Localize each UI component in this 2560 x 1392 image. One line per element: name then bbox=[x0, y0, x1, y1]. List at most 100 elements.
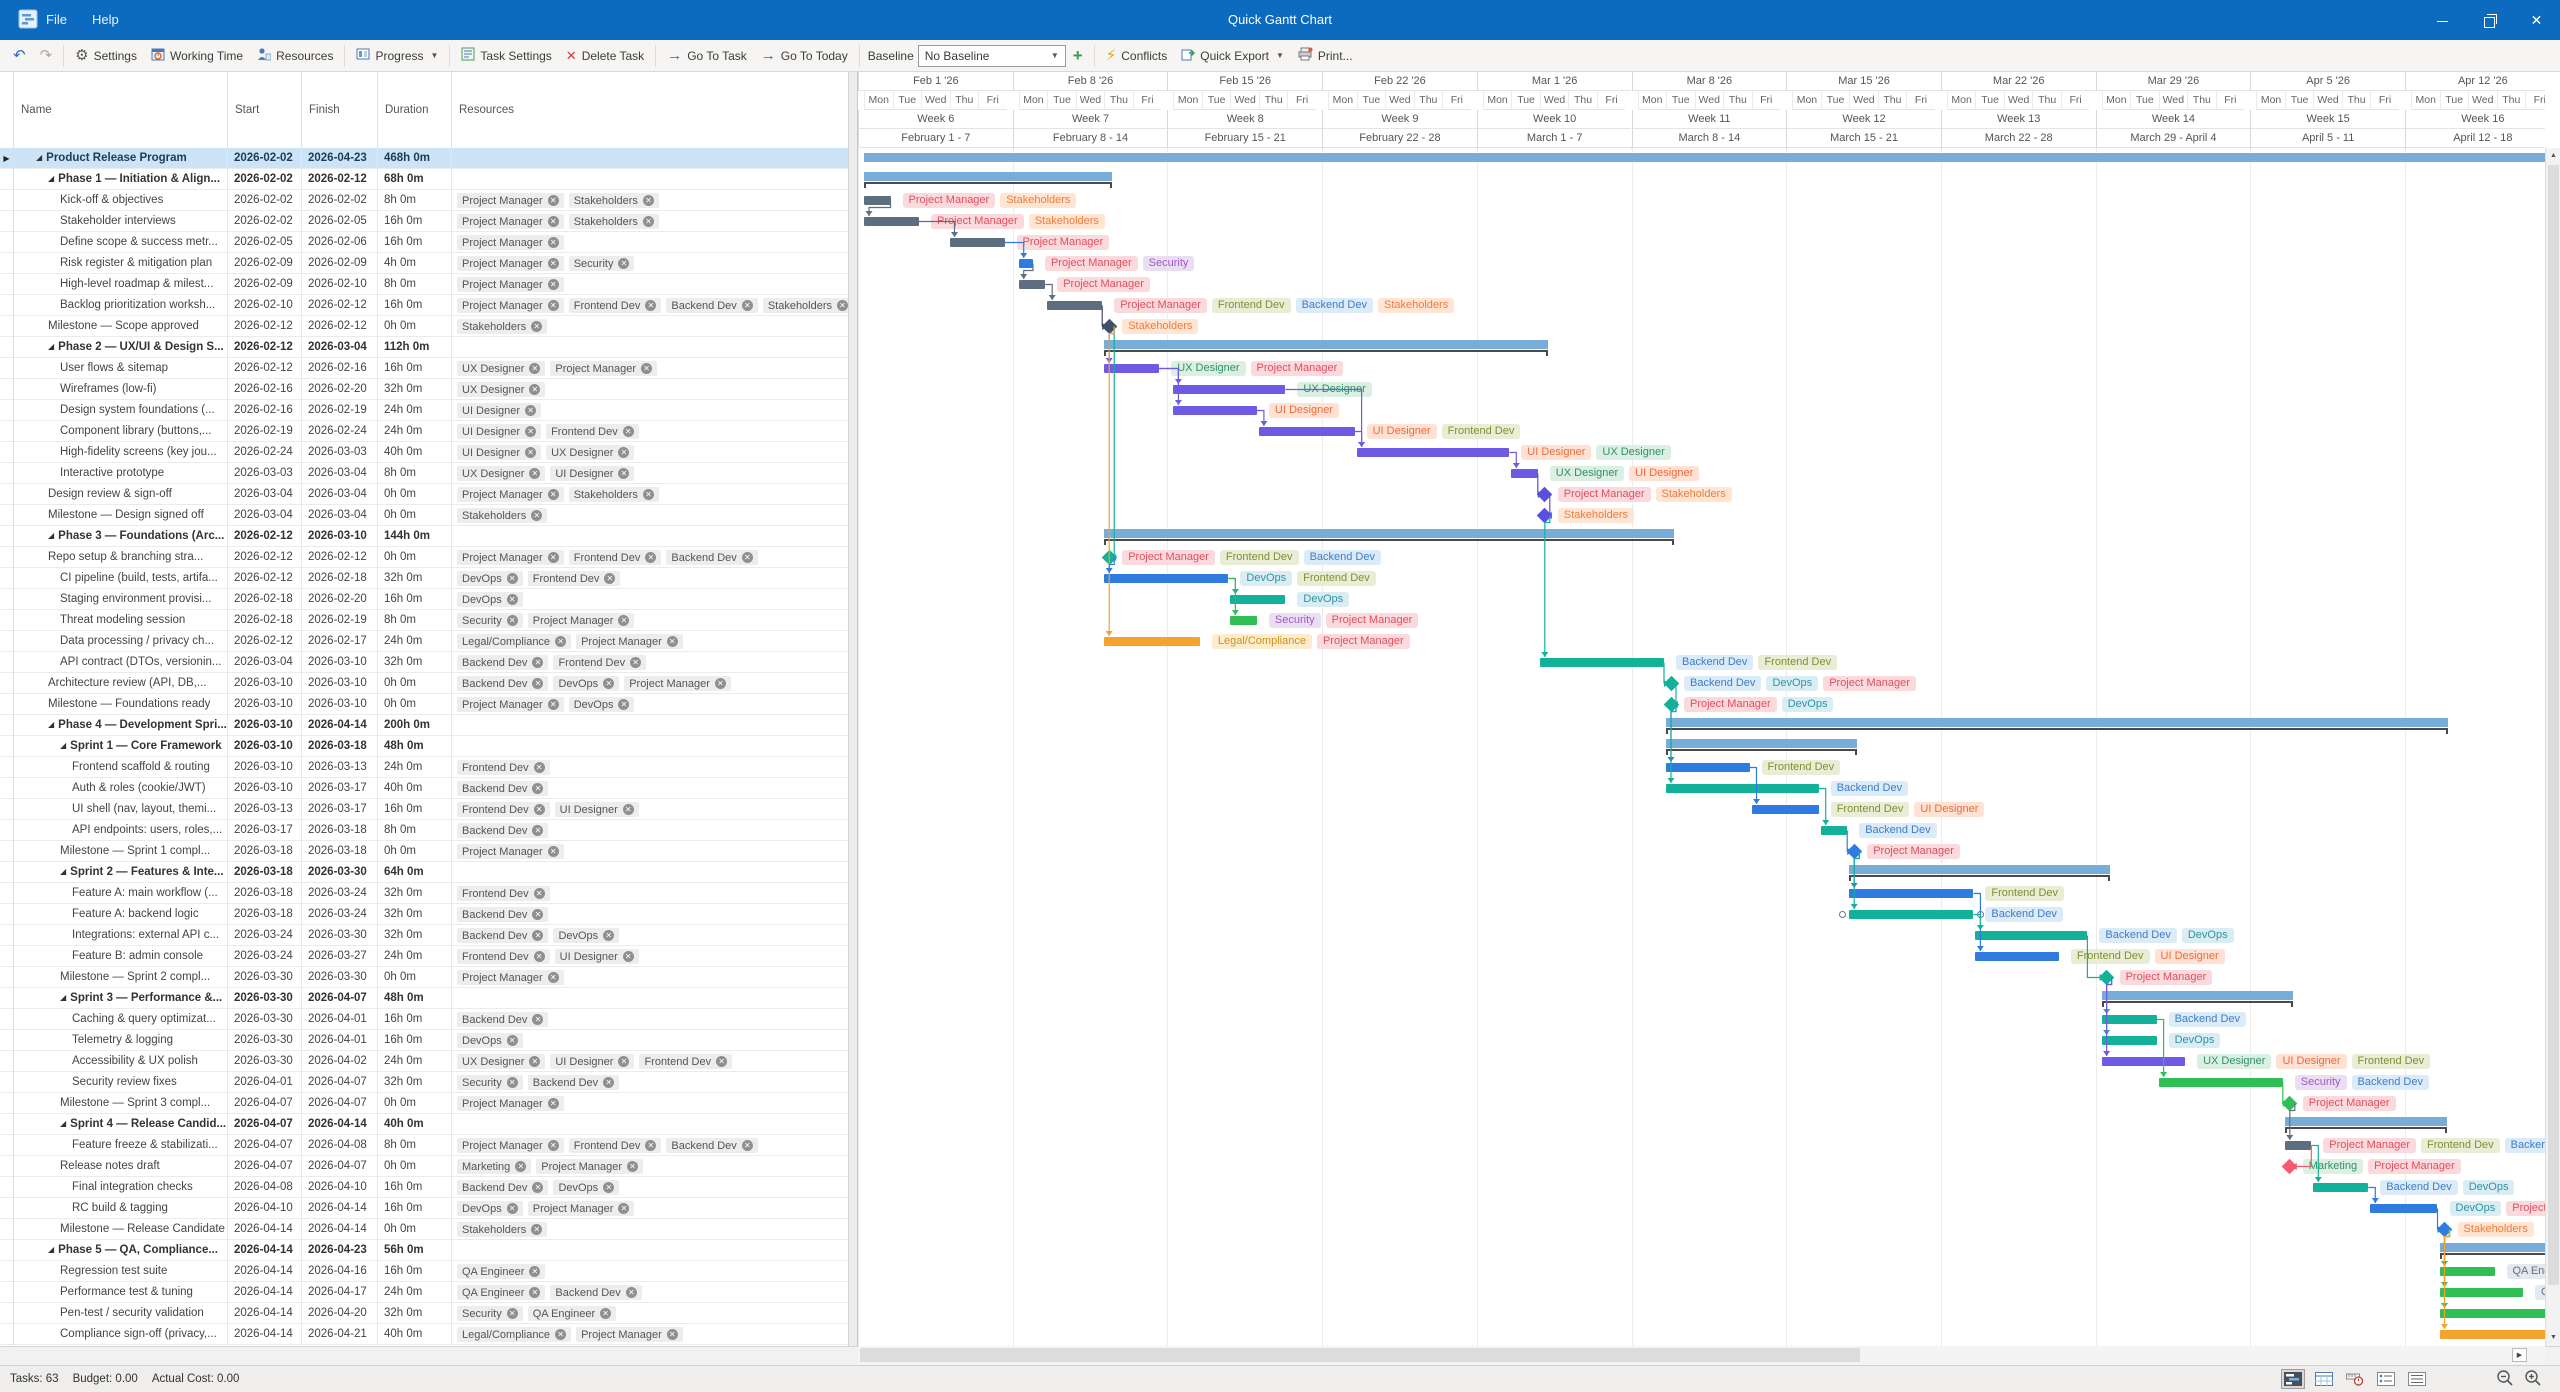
resource-chip[interactable]: UI Designer✕ bbox=[555, 802, 639, 817]
table-row[interactable]: ◢Phase 4 — Development Spri...2026-03-10… bbox=[0, 715, 848, 736]
table-row[interactable]: Feature A: backend logic2026-03-182026-0… bbox=[0, 904, 848, 925]
task-bar[interactable] bbox=[1821, 826, 1848, 835]
remove-resource-icon[interactable]: ✕ bbox=[600, 1308, 611, 1319]
summary-bar[interactable] bbox=[1104, 340, 1548, 349]
resource-chip[interactable]: Project Manager✕ bbox=[457, 844, 564, 859]
resource-chip[interactable]: Legal/Compliance✕ bbox=[457, 634, 571, 649]
remove-resource-icon[interactable]: ✕ bbox=[742, 300, 753, 311]
table-row[interactable]: Performance test & tuning2026-04-142026-… bbox=[0, 1282, 848, 1303]
remove-resource-icon[interactable]: ✕ bbox=[548, 237, 559, 248]
redo-button[interactable]: ↷ bbox=[33, 45, 60, 66]
resource-chip[interactable]: Frontend Dev✕ bbox=[457, 886, 550, 901]
resource-chip[interactable]: Stakeholders✕ bbox=[457, 1222, 547, 1237]
remove-resource-icon[interactable]: ✕ bbox=[603, 678, 614, 689]
view-resource-list-button[interactable] bbox=[2374, 1369, 2398, 1389]
milestone-diamond[interactable] bbox=[2099, 970, 2115, 986]
milestone-diamond[interactable] bbox=[1537, 487, 1553, 503]
table-row[interactable]: Final integration checks2026-04-082026-0… bbox=[0, 1177, 848, 1198]
resource-chip[interactable]: Security✕ bbox=[457, 1075, 523, 1090]
table-row[interactable]: UI shell (nav, layout, themi...2026-03-1… bbox=[0, 799, 848, 820]
resource-chip[interactable]: UX Designer✕ bbox=[457, 466, 545, 481]
resource-chip[interactable]: Frontend Dev✕ bbox=[639, 1054, 732, 1069]
scroll-down-icon[interactable]: ▼ bbox=[2546, 1330, 2560, 1346]
milestone-diamond[interactable] bbox=[1846, 844, 1862, 860]
remove-resource-icon[interactable]: ✕ bbox=[645, 1140, 656, 1151]
progress-button[interactable]: Progress▼ bbox=[349, 44, 445, 67]
scroll-up-icon[interactable]: ▲ bbox=[2546, 148, 2560, 164]
resource-chip[interactable]: Project Manager✕ bbox=[576, 634, 683, 649]
table-row[interactable]: ◢Sprint 2 — Features & Inte...2026-03-18… bbox=[0, 862, 848, 883]
remove-resource-icon[interactable]: ✕ bbox=[742, 1140, 753, 1151]
table-row[interactable]: API contract (DTOs, versionin...2026-03-… bbox=[0, 652, 848, 673]
table-row[interactable]: Design system foundations (...2026-02-16… bbox=[0, 400, 848, 421]
remove-resource-icon[interactable]: ✕ bbox=[627, 1161, 638, 1172]
remove-resource-icon[interactable]: ✕ bbox=[507, 1308, 518, 1319]
resource-chip[interactable]: DevOps✕ bbox=[569, 697, 635, 712]
table-row[interactable]: Design review & sign-off2026-03-042026-0… bbox=[0, 484, 848, 505]
remove-resource-icon[interactable]: ✕ bbox=[667, 636, 678, 647]
remove-resource-icon[interactable]: ✕ bbox=[618, 447, 629, 458]
remove-resource-icon[interactable]: ✕ bbox=[618, 468, 629, 479]
table-row[interactable]: Define scope & success metr...2026-02-05… bbox=[0, 232, 848, 253]
remove-resource-icon[interactable]: ✕ bbox=[618, 1056, 629, 1067]
remove-resource-icon[interactable]: ✕ bbox=[643, 216, 654, 227]
table-row[interactable]: Milestone — Foundations ready2026-03-102… bbox=[0, 694, 848, 715]
resource-chip[interactable]: DevOps✕ bbox=[457, 1033, 523, 1048]
close-button[interactable]: ✕ bbox=[2513, 0, 2560, 40]
remove-resource-icon[interactable]: ✕ bbox=[525, 426, 536, 437]
resource-chip[interactable]: Stakeholders✕ bbox=[457, 508, 547, 523]
remove-resource-icon[interactable]: ✕ bbox=[603, 1182, 614, 1193]
remove-resource-icon[interactable]: ✕ bbox=[623, 804, 634, 815]
remove-resource-icon[interactable]: ✕ bbox=[532, 930, 543, 941]
remove-resource-icon[interactable]: ✕ bbox=[667, 1329, 678, 1340]
task-bar[interactable] bbox=[864, 196, 891, 205]
remove-resource-icon[interactable]: ✕ bbox=[534, 888, 545, 899]
resource-chip[interactable]: Backend Dev✕ bbox=[666, 1138, 757, 1153]
resource-chip[interactable]: DevOps✕ bbox=[553, 1180, 619, 1195]
resource-chip[interactable]: Security✕ bbox=[569, 256, 635, 271]
resource-chip[interactable]: UX Designer✕ bbox=[546, 445, 634, 460]
resource-chip[interactable]: Backend Dev✕ bbox=[457, 655, 548, 670]
table-row[interactable]: Kick-off & objectives2026-02-022026-02-0… bbox=[0, 190, 848, 211]
resource-chip[interactable]: Backend Dev✕ bbox=[457, 676, 548, 691]
resource-chip[interactable]: Project Manager✕ bbox=[624, 676, 731, 691]
table-row[interactable]: Interactive prototype2026-03-032026-03-0… bbox=[0, 463, 848, 484]
remove-resource-icon[interactable]: ✕ bbox=[534, 762, 545, 773]
table-row[interactable]: Telemetry & logging2026-03-302026-04-011… bbox=[0, 1030, 848, 1051]
resource-chip[interactable]: Backend Dev✕ bbox=[457, 823, 548, 838]
resource-chip[interactable]: Frontend Dev✕ bbox=[457, 949, 550, 964]
resource-chip[interactable]: Backend Dev✕ bbox=[457, 781, 548, 796]
milestone-diamond[interactable] bbox=[2437, 1222, 2453, 1238]
resource-chip[interactable]: UI Designer✕ bbox=[550, 1054, 634, 1069]
resource-chip[interactable]: Backend Dev✕ bbox=[457, 1180, 548, 1195]
task-bar[interactable] bbox=[1357, 448, 1510, 457]
resource-chip[interactable]: Project Manager✕ bbox=[528, 613, 635, 628]
resource-chip[interactable]: Project Manager✕ bbox=[576, 1327, 683, 1342]
quick-export-button[interactable]: Quick Export▼ bbox=[1174, 44, 1291, 67]
table-row[interactable]: API endpoints: users, roles,...2026-03-1… bbox=[0, 820, 848, 841]
remove-resource-icon[interactable]: ✕ bbox=[534, 951, 545, 962]
task-bar[interactable] bbox=[1666, 784, 1819, 793]
pane-splitter[interactable] bbox=[848, 72, 858, 1346]
milestone-diamond[interactable] bbox=[2282, 1096, 2298, 1112]
resource-chip[interactable]: Security✕ bbox=[457, 613, 523, 628]
remove-resource-icon[interactable]: ✕ bbox=[548, 699, 559, 710]
column-header-name[interactable]: Name bbox=[14, 72, 228, 148]
task-bar[interactable] bbox=[1511, 469, 1538, 478]
settings-button[interactable]: ⚙Settings bbox=[68, 45, 144, 66]
resource-chip[interactable]: UX Designer✕ bbox=[457, 1054, 545, 1069]
task-bar[interactable] bbox=[1230, 595, 1285, 604]
task-bar[interactable] bbox=[2440, 1288, 2524, 1297]
task-bar[interactable] bbox=[1230, 616, 1257, 625]
remove-resource-icon[interactable]: ✕ bbox=[715, 678, 726, 689]
resource-chip[interactable]: Project Manager✕ bbox=[457, 277, 564, 292]
remove-resource-icon[interactable]: ✕ bbox=[837, 300, 848, 311]
table-row[interactable]: ◢Phase 3 — Foundations (Arc...2026-02-12… bbox=[0, 526, 848, 547]
print-button[interactable]: Print... bbox=[1291, 44, 1360, 67]
remove-resource-icon[interactable]: ✕ bbox=[534, 804, 545, 815]
column-header-start[interactable]: Start bbox=[228, 72, 302, 148]
resource-chip[interactable]: DevOps✕ bbox=[457, 592, 523, 607]
remove-resource-icon[interactable]: ✕ bbox=[529, 1266, 540, 1277]
delete-task-button[interactable]: ✕Delete Task bbox=[559, 45, 651, 66]
resource-chip[interactable]: Project Manager✕ bbox=[457, 235, 564, 250]
